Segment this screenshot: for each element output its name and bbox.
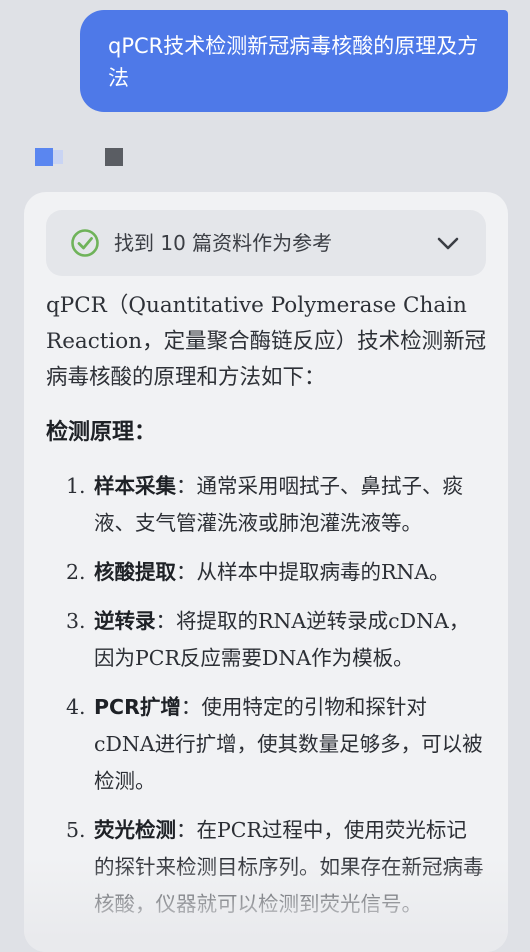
step-number: 2. <box>66 560 86 584</box>
sources-expander[interactable]: 找到 10 篇资料作为参考 <box>46 210 486 276</box>
section-title: 检测原理： <box>46 420 157 445</box>
check-circle-icon <box>71 229 99 257</box>
step-term: 荧光检测 <box>94 818 176 842</box>
step-text: ：从样本中提取病毒的RNA。 <box>176 560 450 584</box>
list-item: 1. 样本采集：通常采用咽拭子、鼻拭子、痰液、支气管灌洗液或肺泡灌洗液等。 <box>66 468 486 542</box>
step-term: 逆转录 <box>94 609 156 633</box>
assistant-reply-card: 找到 10 篇资料作为参考 qPCR（Quantitative Polymera… <box>24 192 508 952</box>
step-term: PCR扩增 <box>94 695 181 719</box>
list-item: 3. 逆转录：将提取的RNA逆转录成cDNA，因为PCR反应需要DNA作为模板。 <box>66 603 486 677</box>
step-term: 核酸提取 <box>94 560 176 584</box>
answer-intro: qPCR（Quantitative Polymerase Chain React… <box>46 293 487 390</box>
step-number: 3. <box>66 609 86 633</box>
step-number: 5. <box>66 818 86 842</box>
step-number: 4. <box>66 695 86 719</box>
step-number: 1. <box>66 474 86 498</box>
stop-square-icon[interactable] <box>105 148 123 166</box>
list-item: 2. 核酸提取：从样本中提取病毒的RNA。 <box>66 554 486 591</box>
model-indicator-icon <box>35 148 53 166</box>
streaming-fade <box>24 857 508 952</box>
chevron-down-icon[interactable] <box>434 230 462 258</box>
sources-label: 找到 10 篇资料作为参考 <box>114 231 333 255</box>
list-item: 4. PCR扩增：使用特定的引物和探针对cDNA进行扩增，使其数量足够多，可以被检… <box>66 689 486 800</box>
user-message-bubble: qPCR技术检测新冠病毒核酸的原理及方法 <box>80 10 508 112</box>
step-term: 样本采集 <box>94 474 176 498</box>
